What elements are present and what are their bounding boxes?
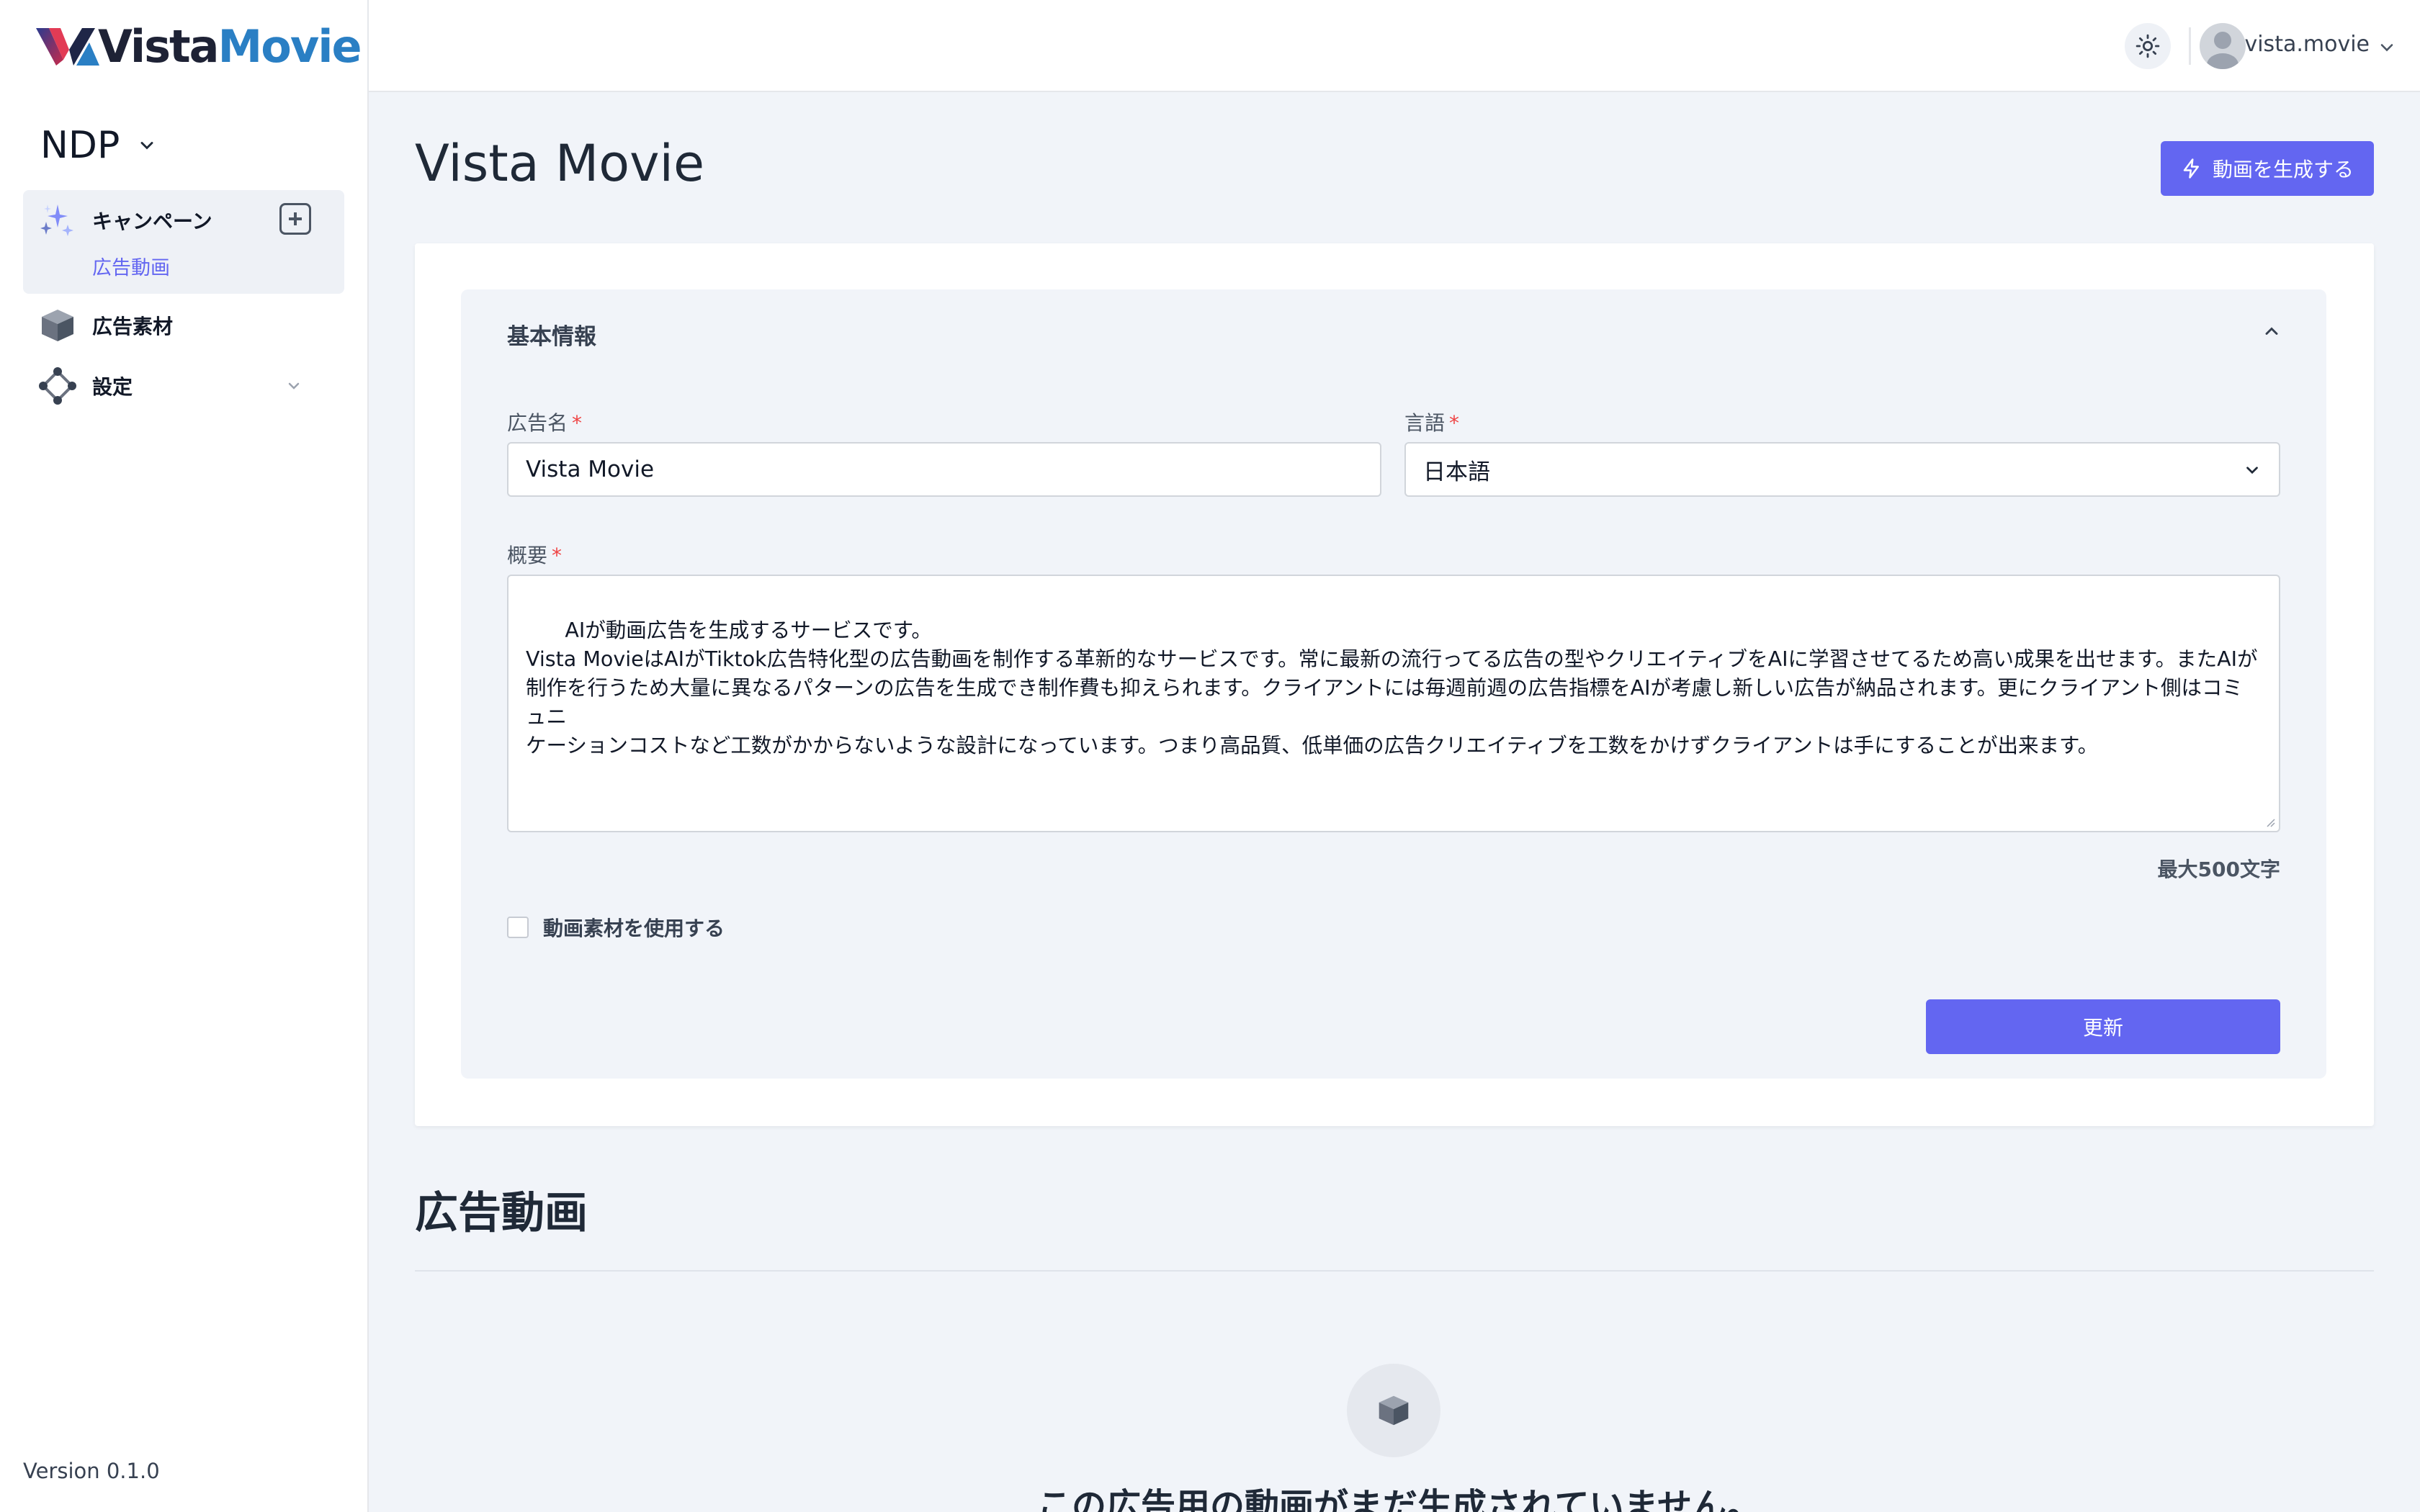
avatar[interactable] [2200,23,2246,69]
chevron-up-icon[interactable] [2262,321,2282,341]
summary-textarea[interactable]: AIが動画広告を生成するサービスです。 Vista MovieはAIがTikto… [507,575,2280,832]
user-menu-name[interactable]: vista.movie [2244,32,2370,57]
empty-state-message: この広告用の動画がまだ生成されていません。 [1037,1486,1762,1512]
user-avatar-icon [2207,32,2238,69]
generate-video-button[interactable]: 動画を生成する [2161,141,2374,196]
app-version: Version 0.1.0 [23,1459,160,1483]
sidebar-item-campaign[interactable]: キャンペーン [23,190,344,251]
empty-state-icon-wrapper [1347,1364,1440,1457]
workspace-switcher[interactable]: NDP [40,124,157,167]
ad-name-label: 広告名 * [507,411,583,435]
generate-video-label: 動画を生成する [2212,158,2354,181]
summary-label: 概要 * [507,544,563,567]
sidebar-item-label: 広告素材 [92,315,174,338]
update-button[interactable]: 更新 [1926,999,2280,1054]
sidebar: VistaMovie NDP キャンペーン 広告動画 広告素材 設定 Versi… [0,0,369,1512]
ad-videos-title: 広告動画 [415,1188,588,1238]
sun-icon [2136,34,2160,58]
topbar: vista.movie [369,0,2420,92]
summary-text: AIが動画広告を生成するサービスです。 Vista MovieはAIがTikto… [526,618,2258,757]
panel-title[interactable]: 基本情報 [507,318,596,351]
resize-handle-icon[interactable] [2264,816,2276,828]
language-select-value: 日本語 [1423,459,1490,485]
language-label: 言語 * [1404,411,1460,435]
use-video-assets-option[interactable]: 動画素材を使用する [507,913,725,942]
sidebar-item-label: 設定 [92,375,133,399]
sidebar-item-label: キャンペーン [92,210,212,233]
add-campaign-icon[interactable] [279,203,311,235]
sidebar-item-ad-assets[interactable]: 広告素材 [23,295,344,356]
topbar-divider [2189,27,2191,65]
theme-toggle-button[interactable] [2125,23,2171,69]
max-chars-hint: 最大500文字 [2157,858,2280,881]
sidebar-item-campaign-group: キャンペーン 広告動画 [23,190,344,294]
chevron-down-icon[interactable] [2377,37,2397,58]
language-select[interactable]: 日本語 [1404,442,2280,497]
cube-icon [42,310,73,341]
vista-logo-icon [36,28,99,66]
basic-info-card: 基本情報 広告名 * Vista Movie 言語 * 日本語 概要 * AIが動画広… [415,243,2374,1126]
sidebar-subitem-ad-video[interactable]: 広告動画 [92,252,170,280]
sidebar-nav: キャンペーン 広告動画 広告素材 設定 [23,190,344,416]
ad-name-field[interactable]: Vista Movie [507,442,1381,497]
use-video-assets-checkbox[interactable] [507,917,529,938]
cube-icon [1379,1395,1409,1426]
section-divider [415,1270,2374,1272]
settings-diamond-icon [39,367,76,405]
chevron-down-icon [288,382,300,390]
lightning-icon [2183,158,2199,179]
sidebar-item-settings[interactable]: 設定 [23,356,344,416]
workspace-name: NDP [40,124,120,167]
use-video-assets-label: 動画素材を使用する [543,917,725,940]
logo-text: VistaMovie [98,19,362,73]
chevron-down-icon [2246,467,2258,474]
sparkles-icon [40,204,73,236]
chevron-down-icon [140,142,153,150]
app-logo[interactable]: VistaMovie [36,19,362,73]
page-title: Vista Movie [415,134,705,193]
basic-info-panel: 基本情報 広告名 * Vista Movie 言語 * 日本語 概要 * AIが動画広… [461,289,2326,1079]
